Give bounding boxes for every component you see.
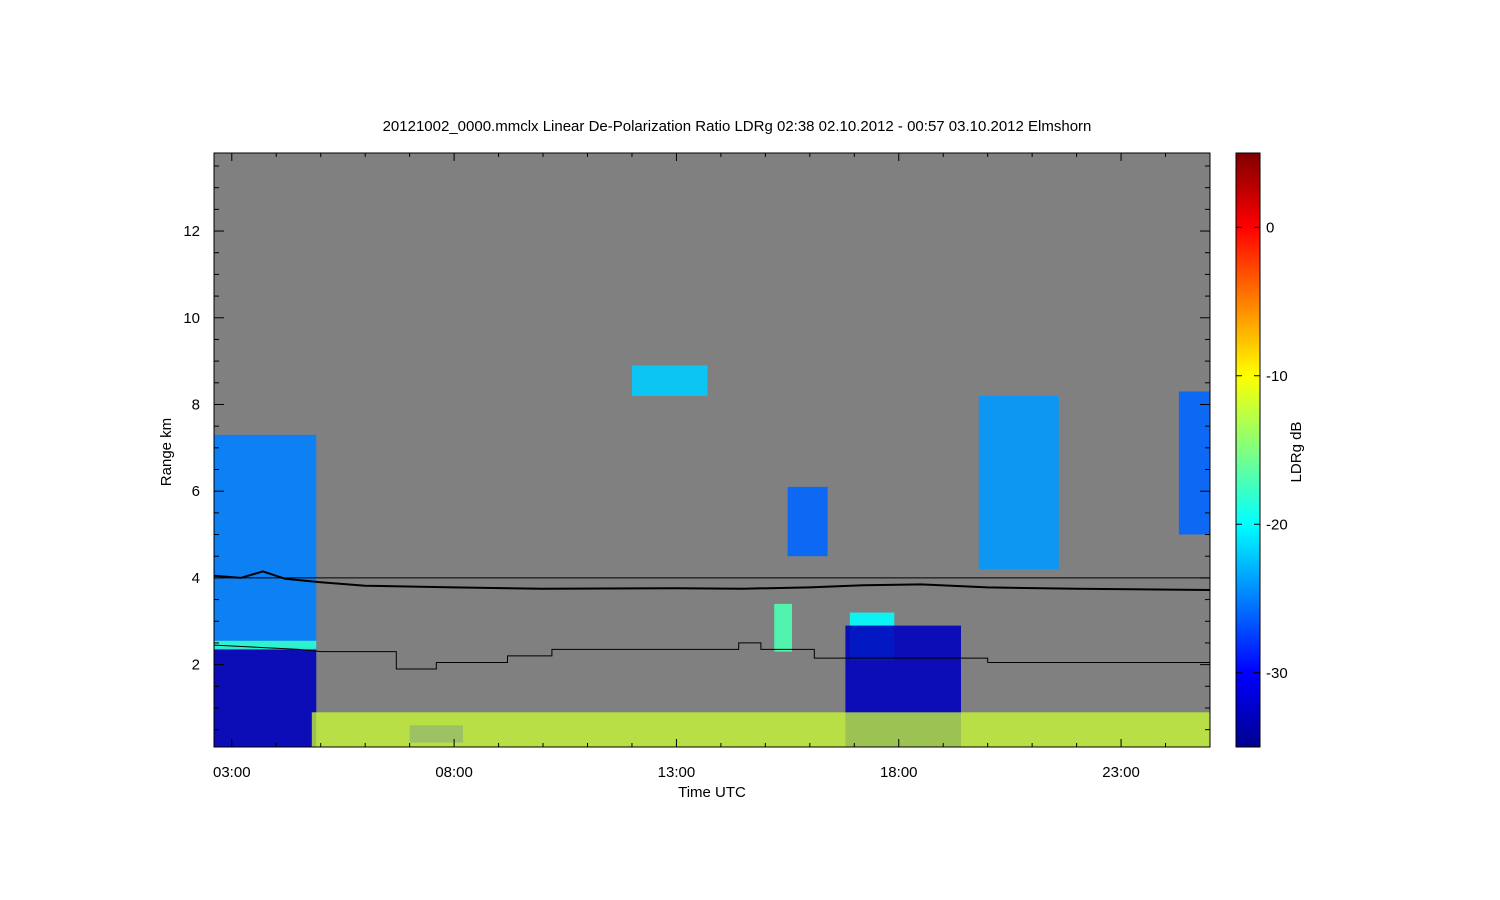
echo-region: [214, 647, 317, 747]
x-tick-label: 03:00: [213, 764, 251, 781]
echo-region: [774, 603, 793, 652]
x-tick-label: 18:00: [880, 764, 918, 781]
y-tick-label: 6: [192, 483, 200, 500]
ldr-chart: 20121002_0000.mmclx Linear De-Polarizati…: [0, 0, 1500, 900]
colorbar-tick-label: -10: [1266, 368, 1288, 385]
chart-title: 20121002_0000.mmclx Linear De-Polarizati…: [383, 118, 1092, 135]
colorbar-tick-label: -20: [1266, 516, 1288, 533]
echo-region: [787, 486, 828, 557]
echo-region: [631, 365, 708, 396]
y-tick-label: 12: [183, 223, 200, 240]
y-axis-title: Range km: [158, 418, 175, 486]
y-tick-label: 4: [192, 570, 200, 587]
echo-region: [214, 434, 317, 648]
plot-area: [213, 152, 1211, 748]
x-tick-label: 13:00: [658, 764, 696, 781]
x-tick-label: 08:00: [435, 764, 473, 781]
colorbar-gradient: [1235, 152, 1261, 748]
colorbar-tick-label: -30: [1266, 665, 1288, 682]
y-tick-label: 8: [192, 396, 200, 413]
y-tick-label: 2: [192, 657, 200, 674]
y-tick-label: 10: [183, 310, 200, 327]
colorbar-title: LDRg dB: [1288, 422, 1305, 483]
colorbar-tick-label: 0: [1266, 219, 1274, 236]
x-tick-label: 23:00: [1102, 764, 1140, 781]
plot-background: [214, 153, 1210, 747]
x-axis-title: Time UTC: [678, 784, 746, 801]
echo-region: [311, 712, 1210, 747]
echo-region: [978, 395, 1059, 570]
